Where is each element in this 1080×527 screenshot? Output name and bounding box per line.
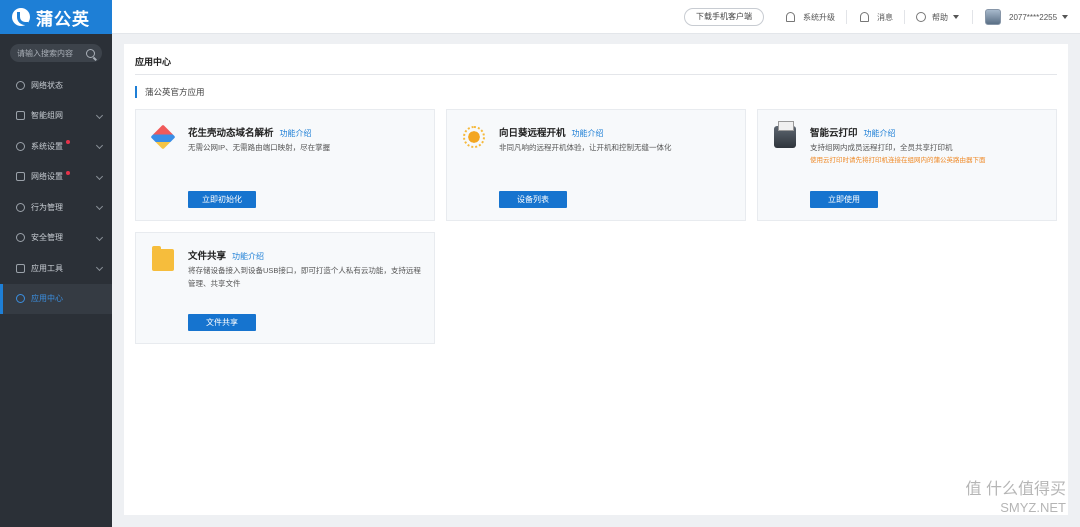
- caret-down-icon: [953, 15, 959, 19]
- upgrade-icon: [786, 12, 795, 22]
- system-upgrade-button[interactable]: 系统升级: [786, 0, 835, 34]
- card-title: 向日葵远程开机 功能介绍: [499, 125, 604, 139]
- watermark-line2: SMYZ.NET: [1000, 500, 1066, 515]
- sidebar-item-label: 行为管理: [31, 202, 63, 212]
- sidebar-item-app-center[interactable]: 应用中心: [0, 283, 112, 314]
- toolbox-icon: [16, 263, 25, 273]
- divider: [904, 10, 905, 24]
- messages-button[interactable]: 消息: [860, 0, 893, 34]
- sidebar-item-label: 应用工具: [31, 263, 63, 273]
- network-settings-icon: [16, 172, 25, 182]
- sidebar-item-system-settings[interactable]: 系统设置: [0, 131, 112, 162]
- logo[interactable]: 蒲公英: [0, 0, 112, 34]
- help-icon: [916, 12, 926, 22]
- folder-icon: [152, 246, 174, 271]
- app-card-sunflower-wake: 向日葵远程开机 功能介绍 非同凡响的远程开机体验，让开机和控制无缝一体化 设备列表: [446, 109, 746, 221]
- chevron-down-icon: [95, 141, 104, 150]
- card-title-text: 向日葵远程开机: [499, 128, 566, 139]
- card-description: 支持组网内成员远程打印，全员共享打印机: [810, 143, 953, 152]
- feature-intro-link[interactable]: 功能介绍: [232, 252, 264, 261]
- cube-icon: [150, 124, 176, 150]
- sidebar-item-security-management[interactable]: 安全管理: [0, 223, 112, 254]
- account-menu[interactable]: 2077****2255: [985, 0, 1069, 34]
- card-description: 将存储设备接入到设备USB接口，即可打造个人私有云功能，支持远程管理、共享文件: [188, 266, 421, 288]
- sidebar-search: [10, 44, 102, 62]
- topbar: 下载手机客户端 系统升级 消息 帮助 2077****2255: [112, 0, 1080, 34]
- sidebar-item-label: 网络设置: [31, 172, 63, 182]
- sidebar-item-label: 应用中心: [31, 294, 63, 304]
- watermark: 值 什么值得买 SMYZ.NET: [966, 481, 1066, 517]
- card-title-text: 花生壳动态域名解析: [188, 128, 274, 139]
- sidebar-item-app-tools[interactable]: 应用工具: [0, 253, 112, 284]
- app-card-cloud-print: 智能云打印 功能介绍 支持组网内成员远程打印，全员共享打印机 使用云打印时请先将打…: [757, 109, 1057, 221]
- initialize-button[interactable]: 立即初始化: [188, 191, 256, 208]
- system-upgrade-label: 系统升级: [803, 12, 835, 22]
- divider: [972, 10, 973, 24]
- network-status-icon: [16, 80, 25, 90]
- sunflower-icon: [463, 126, 485, 148]
- card-title: 文件共享 功能介绍: [188, 248, 264, 262]
- use-now-button[interactable]: 立即使用: [810, 191, 878, 208]
- avatar: [985, 9, 1001, 25]
- notification-dot: [66, 140, 70, 144]
- app-card-oray-ddns: 花生壳动态域名解析 功能介绍 无需公网IP、无需路由端口映射，尽在掌握 立即初始化: [135, 109, 435, 221]
- card-description: 非同凡响的远程开机体验，让开机和控制无缝一体化: [499, 143, 672, 152]
- section-title: 蒲公英官方应用: [135, 86, 205, 98]
- chevron-down-icon: [95, 172, 104, 180]
- shield-icon: [16, 233, 25, 243]
- card-title: 花生壳动态域名解析 功能介绍: [188, 125, 312, 139]
- chevron-down-icon: [95, 111, 104, 119]
- divider: [846, 10, 847, 24]
- account-label: 2077****2255: [1009, 12, 1058, 22]
- notification-dot: [66, 170, 70, 175]
- device-list-button[interactable]: 设备列表: [499, 191, 567, 208]
- feature-intro-link[interactable]: 功能介绍: [572, 129, 604, 138]
- networking-icon: [16, 111, 25, 121]
- help-menu[interactable]: 帮助: [916, 0, 959, 34]
- chevron-down-icon: [95, 202, 104, 211]
- help-label: 帮助: [932, 12, 948, 22]
- app-card-file-share: 文件共享 功能介绍 将存储设备接入到设备USB接口，即可打造个人私有云功能，支持远…: [135, 232, 435, 344]
- sidebar-item-behavior-management[interactable]: 行为管理: [0, 192, 112, 223]
- gear-icon: [16, 141, 25, 151]
- messages-label: 消息: [877, 12, 893, 22]
- card-warning: 使用云打印时请先将打印机连接在组网内的蒲公英路由器下面: [810, 157, 986, 164]
- download-client-button[interactable]: 下载手机客户端: [684, 8, 764, 26]
- card-description: 无需公网IP、无需路由端口映射，尽在掌握: [188, 143, 331, 152]
- file-share-button[interactable]: 文件共享: [188, 314, 256, 331]
- sidebar: 蒲公英 网络状态 智能组网 系统设置 网络设置 行为管理 安全管理 应用工具: [0, 0, 112, 527]
- main-panel: 应用中心 蒲公英官方应用 花生壳动态域名解析 功能介绍 无需公网IP、无需路由端口…: [124, 44, 1068, 515]
- logo-text: 蒲公英: [36, 9, 90, 29]
- feature-intro-link[interactable]: 功能介绍: [864, 129, 896, 138]
- printer-icon: [774, 121, 796, 148]
- sidebar-item-label: 网络状态: [31, 80, 63, 90]
- watermark-line1: 值 什么值得买: [965, 481, 1066, 498]
- card-title-text: 文件共享: [188, 251, 227, 262]
- page-title: 应用中心: [135, 57, 172, 67]
- app-center-icon: [16, 294, 25, 304]
- card-title: 智能云打印 功能介绍: [810, 125, 896, 139]
- divider: [135, 74, 1057, 75]
- sidebar-item-label: 智能组网: [31, 111, 63, 121]
- sidebar-item-smart-networking[interactable]: 智能组网: [0, 101, 112, 132]
- sidebar-item-network-settings[interactable]: 网络设置: [0, 162, 112, 193]
- feature-intro-link[interactable]: 功能介绍: [280, 129, 312, 138]
- search-icon[interactable]: [86, 48, 95, 58]
- sidebar-item-label: 安全管理: [31, 233, 63, 243]
- card-title-text: 智能云打印: [810, 128, 858, 139]
- sidebar-item-network-status[interactable]: 网络状态: [0, 70, 112, 101]
- search-input[interactable]: [17, 48, 86, 58]
- dandelion-logo-icon: [12, 8, 30, 26]
- behavior-icon: [16, 202, 25, 212]
- caret-down-icon: [1062, 15, 1069, 19]
- chevron-down-icon: [95, 263, 104, 272]
- chevron-down-icon: [95, 233, 104, 241]
- sidebar-item-label: 系统设置: [31, 141, 63, 151]
- bell-icon: [860, 12, 869, 22]
